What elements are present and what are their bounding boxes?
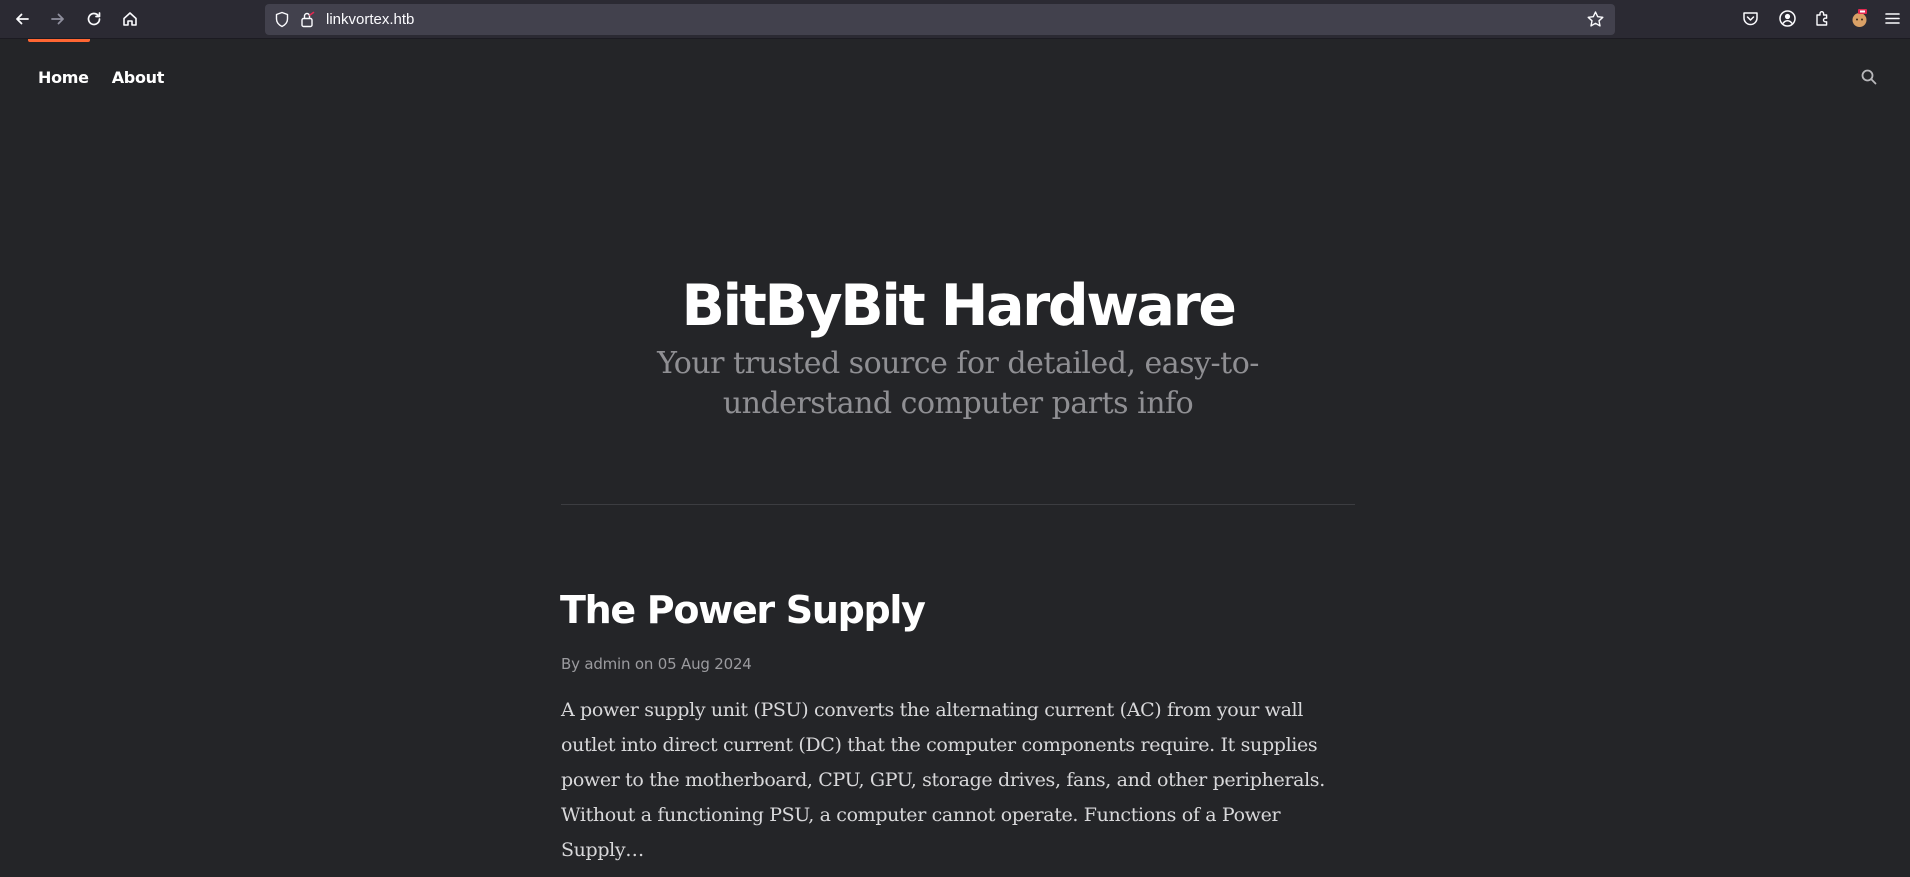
hamburger-menu-icon[interactable] xyxy=(1883,9,1902,28)
back-arrow-icon xyxy=(16,13,29,25)
nav-link-about[interactable]: About xyxy=(112,68,165,87)
nav-link-home[interactable]: Home xyxy=(38,68,89,87)
forward-button[interactable] xyxy=(44,6,72,32)
forward-arrow-icon xyxy=(51,13,64,25)
site-title: BitByBit Hardware xyxy=(681,273,1236,339)
back-button[interactable] xyxy=(8,6,36,32)
account-icon[interactable] xyxy=(1778,9,1797,28)
site-nav: Home About xyxy=(38,68,164,87)
post-meta: By admin on 05 Aug 2024 xyxy=(561,655,752,673)
divider xyxy=(561,504,1355,505)
tracking-protection-shield-icon[interactable] xyxy=(274,11,290,28)
lock-icon[interactable] xyxy=(299,11,315,28)
site-description: Your trusted source for detailed, easy-t… xyxy=(657,346,1259,421)
home-icon xyxy=(123,12,137,26)
active-tab-indicator xyxy=(28,39,90,42)
browser-toolbar: linkvortex.htb xyxy=(0,0,1910,39)
search-icon[interactable] xyxy=(1860,68,1878,86)
post-title[interactable]: The Power Supply xyxy=(560,584,926,636)
url-text[interactable]: linkvortex.htb xyxy=(326,10,414,29)
bookmark-star-icon[interactable] xyxy=(1586,10,1605,29)
reload-button[interactable] xyxy=(80,6,108,32)
extensions-icon[interactable] xyxy=(1813,9,1832,28)
post-excerpt: A power supply unit (PSU) converts the a… xyxy=(561,699,1325,861)
profile-avatar-icon[interactable] xyxy=(1850,9,1869,28)
home-button[interactable] xyxy=(116,6,144,32)
reload-icon xyxy=(87,12,101,26)
pocket-icon[interactable] xyxy=(1741,9,1760,28)
url-bar[interactable]: linkvortex.htb xyxy=(265,4,1615,35)
